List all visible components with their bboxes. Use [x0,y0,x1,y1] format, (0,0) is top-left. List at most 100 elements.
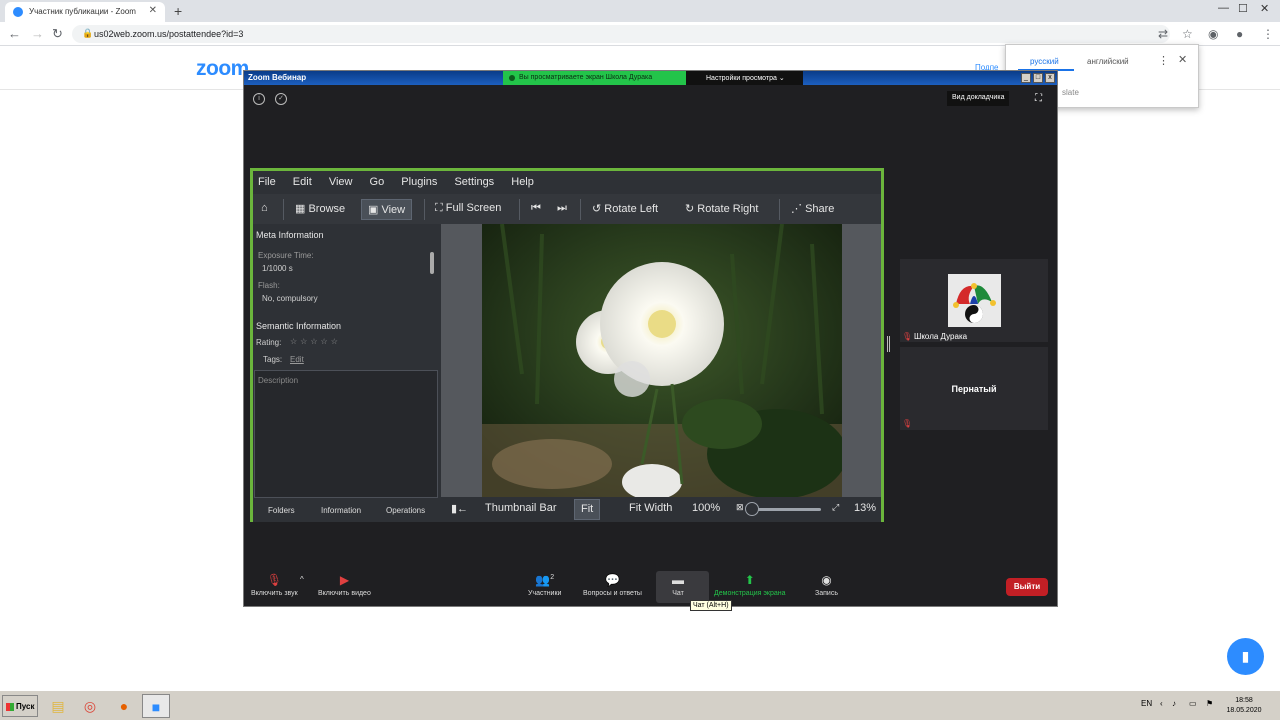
tray-arrow-icon[interactable]: ‹ [1160,699,1163,708]
close-icon[interactable]: ✕ [1178,53,1187,66]
tab-information[interactable]: Information [321,506,361,515]
zoom-100-button[interactable]: 100% [686,499,726,520]
browser-tab-bar: Участник публикации - Zoom ✕ + — ☐ ✕ [0,0,1280,22]
rotate-right-button[interactable]: ↻ Rotate Right [679,199,764,220]
firefox-icon[interactable]: ● [110,694,138,718]
bookmark-star-icon[interactable]: ☆ [1182,27,1193,41]
panel-resize-handle[interactable] [887,336,890,352]
speaker-view-button[interactable]: Вид докладчика [947,91,1010,106]
home-icon[interactable]: ⌂ [255,199,274,220]
zoom-slider[interactable] [751,508,821,511]
network-icon[interactable]: ▭ [1189,699,1197,708]
fullscreen-icon: ⛶ [435,202,446,214]
volume-icon[interactable]: ♪ [1172,699,1176,708]
rating-stars[interactable]: ☆☆☆☆☆ [290,337,341,346]
tags-edit-link[interactable]: Edit [290,355,304,364]
start-video-button[interactable]: ▶ Включить видео [318,573,371,597]
menu-settings[interactable]: Settings [454,176,494,188]
participant-tile[interactable]: 🎙 Школа Дурака [900,259,1048,342]
fullscreen-icon[interactable]: ⛶ [1035,93,1042,104]
translate-lang-source-tab[interactable]: русский [1030,57,1059,66]
qa-button[interactable]: 💬 Вопросы и ответы [583,573,642,597]
window-maximize-button[interactable]: ☐ [1238,2,1248,15]
translate-icon[interactable]: ⇄ [1158,27,1168,41]
browser-tab[interactable]: Участник публикации - Zoom ✕ [5,2,165,22]
record-button[interactable]: ◉ Запись [815,573,838,597]
forward-icon[interactable]: → [31,26,44,41]
extension-icon[interactable]: ◉ [1208,27,1218,41]
translate-label: slate [1062,88,1079,97]
info-icon[interactable]: i [253,93,265,105]
start-button[interactable]: Пуск [2,695,38,717]
lock-icon: 🔒 [82,28,94,38]
translate-lang-target-tab[interactable]: английский [1087,57,1129,66]
rotate-right-icon: ↻ [685,203,698,215]
participants-icon: 👥2 [535,573,555,587]
chat-icon: ▬ [672,573,684,587]
menu-help[interactable]: Help [511,176,534,188]
menu-go[interactable]: Go [370,176,385,188]
window-title: Zoom Вебинар [248,73,307,82]
leave-button[interactable]: Выйти [1006,578,1048,596]
view-settings-dropdown[interactable]: Настройки просмотра ⌄ [686,71,803,85]
fit-width-button[interactable]: Fit Width [623,499,678,520]
participant-tile[interactable]: Пернатый 🎙 [900,347,1048,430]
browse-button[interactable]: ▦ Browse [289,199,351,220]
zoom-in-icon[interactable]: ⤢ [826,499,845,520]
menu-edit[interactable]: Edit [293,176,312,188]
file-explorer-icon[interactable]: ▤ [44,694,72,718]
sidebar-scrollbar[interactable] [430,252,434,274]
participant-name: Пернатый [951,384,997,394]
tab-close-icon[interactable]: ✕ [149,5,157,16]
menu-view[interactable]: View [329,176,353,188]
rotate-left-button[interactable]: ↺ Rotate Left [586,199,664,220]
chrome-icon[interactable]: ◎ [76,694,104,718]
thumbnail-bar-toggle-icon[interactable]: ▮← [445,499,474,520]
viewer-bottom-bar: ▮← Thumbnail Bar Fit Fit Width 100% ⊠ ⤢ … [441,497,881,522]
thumbnail-bar-button[interactable]: Thumbnail Bar [479,499,563,520]
speaker-view-label: Вид докладчика [952,94,1005,101]
fullscreen-button[interactable]: ⛶ Full Screen [429,199,507,220]
address-bar[interactable]: 🔒 us02web.zoom.us/postattendee?id=3 [72,25,1170,43]
tags-label: Tags: [263,355,283,364]
previous-icon[interactable]: ⏮ [525,199,547,220]
audio-options-chevron-icon[interactable]: ^ [300,575,304,584]
muted-mic-icon: 🎙 [266,573,282,587]
browser-menu-icon[interactable]: ⋮ [1262,27,1274,41]
window-close-button[interactable]: x [1045,73,1055,83]
view-label: View [381,204,406,216]
zoom-slider-handle[interactable] [745,502,759,516]
system-clock[interactable]: 18:58 18.05.2020 [1222,696,1266,716]
profile-avatar-icon[interactable]: ● [1236,27,1243,41]
reload-icon[interactable]: ↻ [52,26,63,42]
menu-plugins[interactable]: Plugins [401,176,437,188]
unmute-audio-button[interactable]: 🎙 Включить звук [251,573,298,597]
chat-button[interactable]: ▬ Чат [672,573,684,597]
action-center-flag-icon[interactable]: ⚑ [1206,699,1213,708]
window-close-button[interactable]: ✕ [1260,2,1269,15]
back-icon[interactable]: ← [8,26,21,41]
support-chat-button[interactable]: ▮ [1227,638,1264,675]
windows-taskbar: Пуск ▤ ◎ ● ■ EN ‹ ♪ ▭ ⚑ 18:58 18.05.2020 [0,690,1280,720]
zoom-app-icon[interactable]: ■ [142,694,170,718]
keyboard-language[interactable]: EN [1141,699,1152,708]
toolbar-separator [779,199,780,220]
fit-button[interactable]: Fit [574,499,601,520]
window-minimize-button[interactable]: — [1218,2,1229,14]
description-field[interactable]: Description [254,370,438,498]
view-button[interactable]: ▣ View [361,199,413,220]
next-icon[interactable]: ⏭ [551,199,573,220]
window-minimize-button[interactable]: _ [1021,73,1031,83]
security-shield-icon[interactable]: ✓ [275,93,287,105]
more-options-icon[interactable]: ⋮ [1158,54,1169,67]
share-screen-button[interactable]: ⬆ Демонстрация экрана [714,573,786,597]
menu-file[interactable]: File [258,176,276,188]
tab-operations[interactable]: Operations [386,506,425,515]
participants-button[interactable]: 👥2 Участники [528,573,561,597]
new-tab-button[interactable]: + [174,3,182,19]
window-maximize-button[interactable]: □ [1033,73,1043,83]
tab-folders[interactable]: Folders [268,506,295,515]
zoom-logo[interactable]: zoom [196,57,249,81]
share-button[interactable]: ⋰ Share [785,199,840,220]
dahlia-flower-image [482,224,842,497]
